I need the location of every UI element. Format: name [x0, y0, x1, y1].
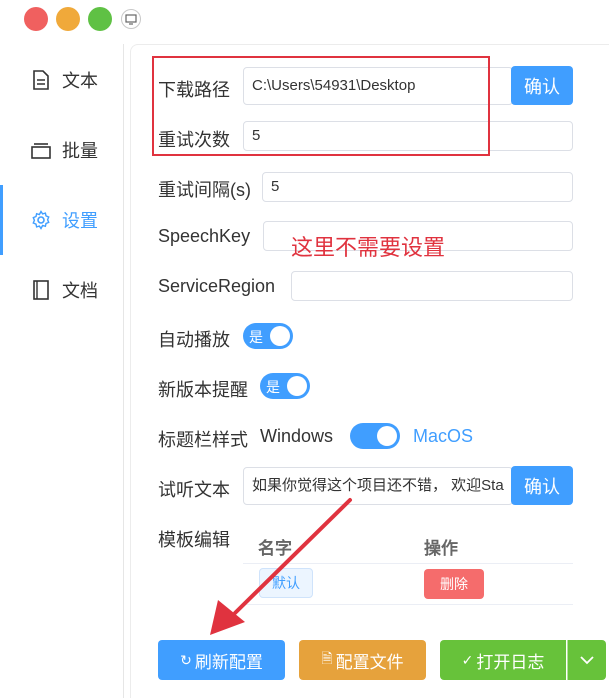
- sidebar-item-label: 设置: [62, 211, 98, 231]
- open-log-dropdown-button[interactable]: [567, 640, 606, 680]
- sidebar-item-text[interactable]: 文本: [0, 45, 124, 115]
- auto-play-switch[interactable]: 是: [243, 323, 293, 349]
- titlebar-style-label: 标题栏样式: [158, 430, 248, 450]
- document-icon: [30, 69, 52, 91]
- windows-option-label: Windows: [260, 426, 334, 446]
- close-window-button[interactable]: [24, 7, 48, 31]
- refresh-icon: ↻: [180, 651, 192, 668]
- retry-interval-input[interactable]: 5: [262, 172, 573, 202]
- config-file-button[interactable]: 🗎 配置文件: [299, 640, 426, 680]
- minimize-window-button[interactable]: [56, 7, 80, 31]
- speech-key-label: SpeechKey: [158, 226, 251, 246]
- service-region-label: ServiceRegion: [158, 276, 276, 296]
- gear-icon: [30, 209, 52, 231]
- download-path-confirm-button[interactable]: 确认: [511, 66, 573, 105]
- maximize-window-button[interactable]: [88, 7, 112, 31]
- refresh-config-label: 刷新配置: [194, 652, 263, 672]
- chevron-down-icon: [580, 655, 594, 664]
- highlight-box: [152, 56, 490, 156]
- update-notice-switch[interactable]: 是: [260, 373, 310, 399]
- file-icon: 🗎: [321, 650, 333, 666]
- config-file-label: 配置文件: [335, 652, 404, 672]
- preview-text-input[interactable]: 如果你觉得这个项目还不错， 欢迎Sta: [243, 467, 513, 505]
- monitor-icon[interactable]: [121, 9, 141, 29]
- table-header-action: 操作: [424, 539, 458, 558]
- preview-text-label: 试听文本: [158, 480, 230, 500]
- open-log-label: 打开日志: [476, 652, 545, 672]
- sidebar-item-label: 批量: [62, 141, 98, 161]
- log-icon: ✓: [461, 651, 474, 668]
- retry-interval-label: 重试间隔(s): [158, 180, 251, 200]
- refresh-config-button[interactable]: ↻ 刷新配置: [158, 640, 285, 680]
- table-divider: [243, 604, 573, 605]
- sidebar: 文本 批量 设置 文档: [0, 44, 124, 698]
- sidebar-item-label: 文档: [62, 281, 98, 301]
- template-edit-label: 模板编辑: [158, 530, 230, 550]
- switch-knob: [270, 326, 290, 346]
- macos-option-label: MacOS: [413, 426, 474, 446]
- switch-knob: [377, 426, 397, 446]
- preview-text-confirm-button[interactable]: 确认: [511, 466, 573, 505]
- auto-play-label: 自动播放: [158, 330, 230, 350]
- switch-knob: [287, 376, 307, 396]
- sidebar-item-label: 文本: [62, 71, 98, 91]
- layers-icon: [30, 139, 52, 161]
- table-divider: [243, 563, 573, 564]
- book-icon: [30, 279, 52, 301]
- template-delete-button[interactable]: 删除: [424, 569, 484, 599]
- update-notice-label: 新版本提醒: [158, 380, 248, 400]
- switch-state-text: 是: [266, 379, 280, 395]
- table-header-name: 名字: [258, 539, 292, 558]
- sidebar-item-settings[interactable]: 设置: [0, 185, 124, 255]
- template-name-tag: 默认: [259, 568, 313, 598]
- titlebar-style-switch[interactable]: [350, 423, 400, 449]
- switch-state-text: 是: [249, 329, 263, 345]
- service-region-input[interactable]: [291, 271, 573, 301]
- title-bar: [0, 0, 609, 38]
- open-log-button[interactable]: ✓ 打开日志: [440, 640, 566, 680]
- annotation-text: 这里不需要设置: [291, 235, 446, 260]
- sidebar-item-batch[interactable]: 批量: [0, 115, 124, 185]
- sidebar-item-docs[interactable]: 文档: [0, 255, 124, 325]
